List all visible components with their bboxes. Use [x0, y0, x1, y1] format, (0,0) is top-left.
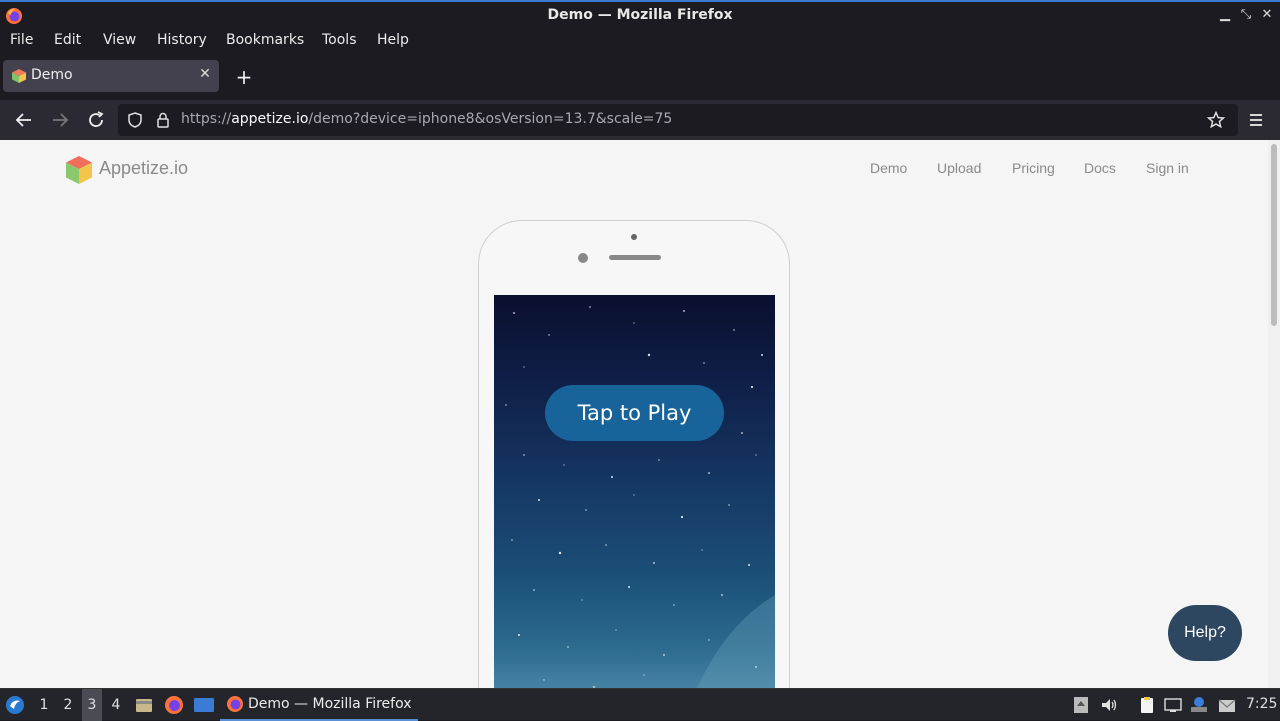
help-button[interactable]: Help? [1168, 605, 1242, 661]
nav-upload[interactable]: Upload [937, 160, 981, 176]
menu-tools[interactable]: Tools [322, 32, 357, 48]
menu-bar: File Edit View History Bookmarks Tools H… [0, 30, 1280, 54]
menu-edit[interactable]: Edit [54, 32, 81, 48]
nav-sign-in[interactable]: Sign in [1146, 160, 1189, 176]
app-menu-icon[interactable] [1244, 108, 1268, 132]
network-icon[interactable] [1164, 696, 1182, 714]
menu-help[interactable]: Help [377, 32, 409, 48]
appetize-favicon-icon [12, 69, 26, 83]
tab-strip: Demo ✕ + [0, 54, 1280, 100]
workspace-2[interactable]: 2 [58, 689, 78, 721]
firefox-launcher-icon[interactable] [164, 695, 184, 715]
nav-pricing[interactable]: Pricing [1012, 160, 1055, 176]
eject-icon[interactable] [1072, 696, 1090, 714]
notification-icon[interactable] [1190, 696, 1208, 714]
page-scrollbar[interactable] [1268, 140, 1280, 688]
new-tab-button[interactable]: + [234, 67, 254, 87]
device-screen[interactable]: Tap to Play [494, 295, 775, 688]
workspace-3[interactable]: 3 [82, 689, 102, 721]
menu-view[interactable]: View [103, 32, 136, 48]
close-icon[interactable]: ✕ [1260, 7, 1274, 23]
url-text[interactable]: https://appetize.io/demo?device=iphone8&… [181, 111, 672, 127]
lock-icon[interactable] [154, 111, 172, 129]
url-bar[interactable]: https://appetize.io/demo?device=iphone8&… [118, 104, 1238, 136]
device-speaker [609, 255, 661, 260]
web-page: Appetize.io Demo Upload Pricing Docs Sig… [0, 140, 1268, 688]
task-label: Demo — Mozilla Firefox [248, 696, 412, 712]
forward-icon[interactable] [48, 108, 72, 132]
shield-icon[interactable] [126, 111, 144, 129]
appetize-logo-icon[interactable] [64, 155, 94, 185]
restore-icon[interactable]: ⤡ [1239, 7, 1253, 23]
device-camera [631, 234, 637, 240]
window-title: Demo — Mozilla Firefox [547, 7, 733, 23]
reload-icon[interactable] [84, 108, 108, 132]
scrollbar-thumb[interactable] [1271, 144, 1277, 326]
clock[interactable]: 7:25 [1246, 696, 1277, 712]
workspace-4[interactable]: 4 [106, 689, 126, 721]
firefox-task-icon [227, 696, 243, 712]
taskbar-firefox-task[interactable]: Demo — Mozilla Firefox [220, 689, 418, 721]
menu-file[interactable]: File [10, 32, 33, 48]
tab-close-icon[interactable]: ✕ [197, 66, 213, 84]
file-manager-icon[interactable] [134, 695, 154, 715]
bookmark-star-icon[interactable] [1207, 111, 1225, 129]
nav-docs[interactable]: Docs [1084, 160, 1116, 176]
tab-label: Demo [31, 67, 73, 83]
show-desktop-icon[interactable] [193, 695, 215, 715]
clipboard-icon[interactable] [1138, 696, 1156, 714]
tap-to-play-button[interactable]: Tap to Play [545, 385, 724, 441]
volume-icon[interactable] [1100, 696, 1118, 714]
workspace-1[interactable]: 1 [34, 689, 54, 721]
tab-demo[interactable]: Demo ✕ [3, 60, 219, 92]
taskbar: 1 2 3 4 Demo — Mozilla Firefox 7:25 [0, 688, 1280, 721]
menu-bookmarks[interactable]: Bookmarks [226, 32, 304, 48]
starfield [505, 306, 775, 688]
back-icon[interactable] [12, 108, 36, 132]
start-menu-icon[interactable] [5, 695, 25, 715]
mail-icon[interactable] [1218, 696, 1236, 714]
nav-bar: https://appetize.io/demo?device=iphone8&… [0, 100, 1280, 140]
window-titlebar: Demo — Mozilla Firefox ▁ ⤡ ✕ [0, 0, 1280, 30]
menu-history[interactable]: History [157, 32, 207, 48]
site-logo-text[interactable]: Appetize.io [99, 158, 188, 179]
device-sensor [578, 253, 588, 263]
nav-demo[interactable]: Demo [870, 160, 907, 176]
minimize-icon[interactable]: ▁ [1218, 7, 1232, 23]
